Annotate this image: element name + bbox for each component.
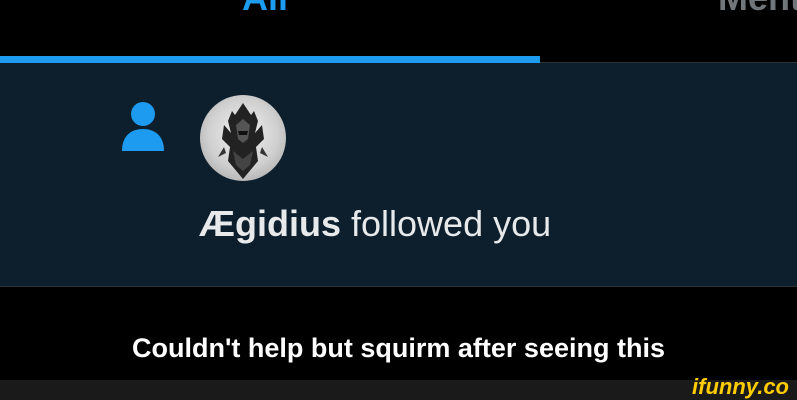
footer-bar <box>0 380 797 400</box>
notification-text: Ægidius followed you <box>199 200 551 248</box>
follow-notification[interactable] <box>0 63 797 287</box>
follower-username[interactable]: Ægidius <box>199 203 341 244</box>
tab-all[interactable]: All <box>242 0 288 18</box>
user-avatar[interactable] <box>200 95 286 181</box>
notification-divider <box>0 286 797 287</box>
meme-caption: Couldn't help but squirm after seeing th… <box>132 333 665 363</box>
person-icon <box>122 102 164 151</box>
armored-helmet-icon <box>218 103 268 179</box>
notifications-tab-bar: All Mentions <box>0 0 797 63</box>
tab-mentions[interactable]: Mentions <box>718 0 797 18</box>
ifunny-watermark: ifunny.co <box>692 374 789 399</box>
active-tab-indicator <box>0 56 540 63</box>
follow-action-text: followed you <box>341 203 552 244</box>
